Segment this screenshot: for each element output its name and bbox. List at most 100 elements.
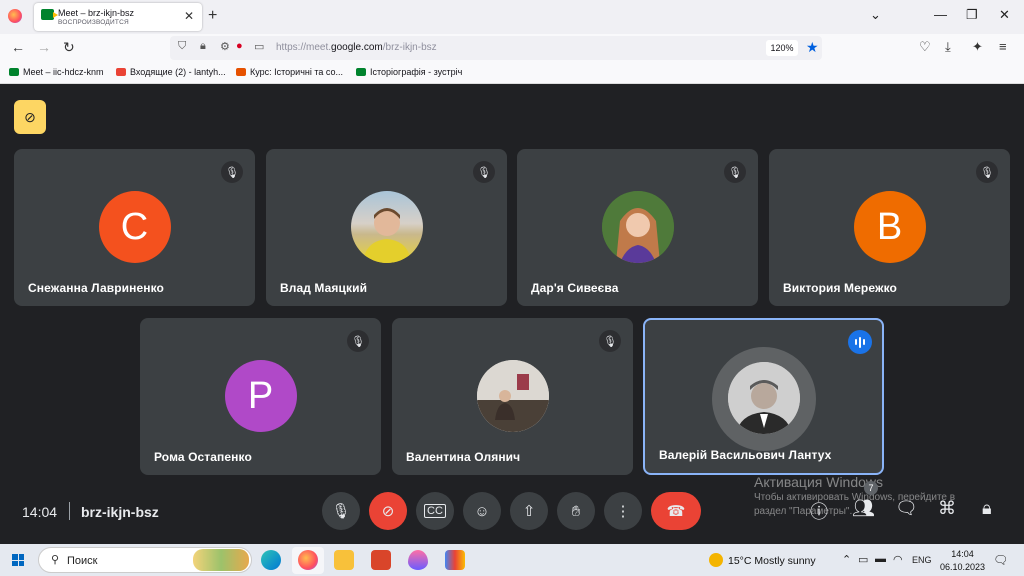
reactions-button[interactable]: ☺ xyxy=(463,492,501,530)
more-options-button[interactable]: ⋮ xyxy=(604,492,642,530)
meeting-info-icon[interactable]: ⓘ xyxy=(810,498,828,524)
pocket-icon[interactable]: ♡ xyxy=(919,39,931,55)
participant-tile[interactable]: 🎙︎ В Виктория Мережко xyxy=(769,149,1010,306)
person-photo-icon xyxy=(727,362,800,434)
people-icon[interactable]: 👥︎ xyxy=(852,498,875,519)
captions-button[interactable]: CC xyxy=(416,492,454,530)
system-clock[interactable]: 14:04 06.10.2023 xyxy=(940,548,985,574)
shield-icon[interactable]: ⛉ xyxy=(178,40,186,53)
raise-hand-button[interactable]: ✋︎ xyxy=(557,492,595,530)
bookmark-item[interactable]: Meet – iic-hdcz-knm xyxy=(9,67,104,77)
participant-tile[interactable]: 🎙︎ P Рома Остапенко xyxy=(140,318,381,475)
new-tab-button[interactable]: + xyxy=(208,7,217,25)
gmail-bookmark-icon xyxy=(116,68,126,76)
chat-icon[interactable]: 🗨︎ xyxy=(895,498,918,519)
edge-icon[interactable] xyxy=(261,550,281,570)
notifications-icon[interactable]: 🗨︎ xyxy=(993,553,1008,567)
microphone-button[interactable]: 🎙︎ xyxy=(322,492,360,530)
participant-tile-active-speaker[interactable]: Валерій Васильович Лантух xyxy=(643,318,884,475)
meet-stage: ⊘ 🎙︎ С Снежанна Лавриненко 🎙︎ Влад Маяцк… xyxy=(0,84,1024,544)
browser-tab-bar: Meet – brz-ikjn-bsz ВОСПРОИЗВОДИТСЯ ✕ + … xyxy=(0,0,1024,34)
gmail-icon[interactable] xyxy=(445,550,465,570)
close-window-button[interactable]: ✕ xyxy=(999,7,1010,23)
taskbar-search-input[interactable]: ⚲ Поиск xyxy=(38,547,252,573)
hang-up-icon: ☎︎ xyxy=(666,503,686,520)
mic-off-icon: 🎙︎ xyxy=(724,161,746,183)
firefox-icon[interactable] xyxy=(298,550,318,570)
lock-icon[interactable]: 🔒︎ xyxy=(200,40,206,53)
paint-drop-icon[interactable] xyxy=(408,550,428,570)
minimize-window-button[interactable]: — xyxy=(934,7,947,22)
meet-bookmark-icon xyxy=(9,68,19,76)
extensions-icon[interactable]: ✦ xyxy=(972,39,983,55)
participant-tile[interactable]: 🎙︎ Влад Маяцкий xyxy=(266,149,507,306)
powerpoint-icon[interactable] xyxy=(371,550,391,570)
file-explorer-icon[interactable] xyxy=(334,550,354,570)
input-language[interactable]: ENG xyxy=(912,555,932,565)
microphone-icon[interactable]: ● xyxy=(236,40,243,52)
participant-tile[interactable]: 🎙︎ Валентина Олянич xyxy=(392,318,633,475)
mic-off-icon: 🎙︎ xyxy=(221,161,243,183)
search-placeholder: Поиск xyxy=(67,555,98,567)
tab-audio-status: ВОСПРОИЗВОДИТСЯ xyxy=(58,19,129,26)
mic-off-icon: 🎙︎ xyxy=(473,161,495,183)
windows-start-icon[interactable] xyxy=(12,554,24,566)
participant-tile[interactable]: 🎙︎ С Снежанна Лавриненко xyxy=(14,149,255,306)
menu-icon[interactable]: ≡ xyxy=(999,39,1007,54)
search-highlight-image xyxy=(193,549,249,571)
more-vert-icon: ⋮ xyxy=(615,503,631,520)
camera-off-button[interactable]: ⊘ xyxy=(369,492,407,530)
person-photo-icon xyxy=(476,360,549,432)
avatar: P xyxy=(224,360,297,432)
captions-icon: CC xyxy=(424,504,446,518)
avatar: В xyxy=(853,191,926,263)
bookmark-star-icon[interactable]: ★ xyxy=(806,39,819,56)
mic-off-icon: 🎙︎ xyxy=(599,330,621,352)
restore-window-button[interactable]: ❐ xyxy=(966,7,978,23)
reload-icon[interactable]: ↻ xyxy=(63,39,75,56)
search-icon: ⚲ xyxy=(51,554,60,566)
list-tabs-icon[interactable]: ⌄ xyxy=(870,7,881,23)
bookmark-item[interactable]: Курс: Історичні та со... xyxy=(236,67,343,77)
people-count-badge: 7 xyxy=(864,481,878,495)
bookmark-item[interactable]: Входящие (2) - lantyh... xyxy=(116,67,226,77)
activities-icon[interactable]: ⌘ xyxy=(938,498,956,519)
microphone-icon: 🎙︎ xyxy=(331,503,351,520)
avatar-photo xyxy=(476,360,549,432)
leave-call-button[interactable]: ☎︎ xyxy=(651,492,701,530)
back-arrow-icon[interactable]: ← xyxy=(11,39,25,55)
host-controls-icon[interactable]: ⊘ xyxy=(14,100,46,134)
forward-arrow-icon[interactable]: → xyxy=(37,39,51,55)
camera-off-icon: ⊘ xyxy=(381,503,395,520)
downloads-icon[interactable]: ⤓ xyxy=(945,39,951,55)
meet-tray-icon[interactable]: ▭ xyxy=(858,553,868,566)
speaking-indicator-icon xyxy=(848,330,872,354)
participant-name: Валерій Васильович Лантух xyxy=(659,448,832,462)
weather-sun-icon xyxy=(709,553,723,567)
zoom-level-badge[interactable]: 120% xyxy=(766,40,798,56)
participant-name: Валентина Олянич xyxy=(406,450,521,464)
participant-name: Виктория Мережко xyxy=(783,281,897,295)
meeting-code: brz-ikjn-bsz xyxy=(81,504,159,520)
screen-share-icon[interactable]: ▭ xyxy=(254,40,264,53)
weather-widget[interactable]: 15°C Mostly sunny xyxy=(709,553,816,567)
permissions-icon[interactable]: ⚙ xyxy=(220,40,230,53)
chevron-up-icon[interactable]: ⌃ xyxy=(842,553,851,566)
host-controls-lock-icon[interactable]: 🔒︎ xyxy=(982,498,992,519)
bookmark-item[interactable]: Історіографія - зустріч xyxy=(356,67,462,77)
battery-icon[interactable]: ▬ xyxy=(875,553,886,565)
close-tab-icon[interactable]: ✕ xyxy=(184,9,194,23)
person-photo-icon xyxy=(601,191,674,263)
bookmarks-bar: Meet – iic-hdcz-knm Входящие (2) - lanty… xyxy=(0,62,1024,84)
avatar: С xyxy=(98,191,171,263)
browser-tab-meet[interactable]: Meet – brz-ikjn-bsz ВОСПРОИЗВОДИТСЯ ✕ xyxy=(34,3,202,31)
participant-tile[interactable]: 🎙︎ Дар'я Сивеєва xyxy=(517,149,758,306)
present-screen-button[interactable]: ⇧ xyxy=(510,492,548,530)
meet-bookmark-icon xyxy=(356,68,366,76)
participant-name: Снежанна Лавриненко xyxy=(28,281,164,295)
participant-name: Влад Маяцкий xyxy=(280,281,368,295)
wifi-icon[interactable]: ◠ xyxy=(893,553,903,566)
url-bar[interactable]: ⛉ 🔒︎ ⚙ ● ▭ https://meet.google.com/brz-i… xyxy=(170,36,822,60)
divider xyxy=(69,502,70,520)
firefox-logo-icon xyxy=(8,9,22,23)
